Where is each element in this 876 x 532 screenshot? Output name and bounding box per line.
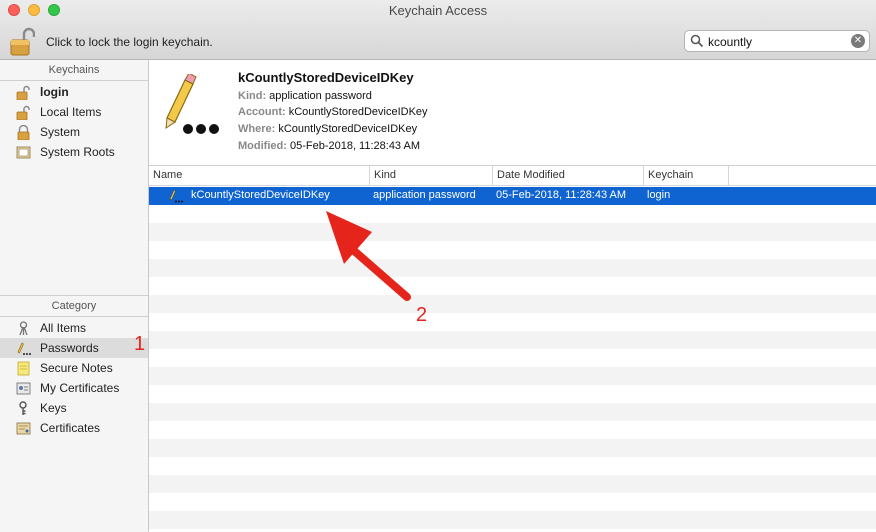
sidebar-item-label: All Items xyxy=(40,321,87,335)
cell-date-modified: 05-Feb-2018, 11:28:43 AM xyxy=(496,189,627,201)
password-icon xyxy=(17,342,31,355)
sidebar-item-local-items[interactable]: Local Items xyxy=(0,102,148,122)
empty-row xyxy=(149,475,876,493)
column-header-kind[interactable]: Kind xyxy=(370,166,493,186)
detail-where: Where: kCountlyStoredDeviceIDKey xyxy=(238,123,418,135)
divider xyxy=(0,295,148,296)
window-toolbar: Keychain Access Click to lock the login … xyxy=(0,0,876,60)
empty-row xyxy=(149,223,876,241)
sidebar: Keychains login Local Items System Syste… xyxy=(0,60,149,532)
sidebar-item-all-items[interactable]: All Items xyxy=(0,318,148,338)
detail-modified: Modified: 05-Feb-2018, 11:28:43 AM xyxy=(238,140,421,152)
table-row[interactable]: kCountlyStoredDeviceIDKey application pa… xyxy=(149,187,876,205)
keychains-header: Keychains xyxy=(48,64,100,76)
empty-row xyxy=(149,295,876,313)
window-title: Keychain Access xyxy=(388,3,488,18)
sidebar-item-label: Local Items xyxy=(40,105,102,119)
password-icon xyxy=(169,189,183,203)
cell-keychain: login xyxy=(647,189,671,201)
sidebar-item-label: login xyxy=(40,85,69,99)
sidebar-item-passwords[interactable]: Passwords xyxy=(0,338,148,358)
search-input[interactable] xyxy=(708,33,848,50)
divider xyxy=(0,80,148,81)
search-field[interactable]: ✕ xyxy=(684,30,870,52)
sidebar-item-label: System xyxy=(40,125,81,139)
sidebar-item-label: Secure Notes xyxy=(40,361,113,375)
sidebar-item-system[interactable]: System xyxy=(0,122,148,142)
sidebar-item-label: System Roots xyxy=(40,145,115,159)
empty-row xyxy=(149,367,876,385)
sidebar-item-label: Passwords xyxy=(40,341,99,355)
password-icon xyxy=(165,74,219,134)
sidebar-item-label: My Certificates xyxy=(40,381,120,395)
empty-row xyxy=(149,439,876,457)
empty-row xyxy=(149,331,876,349)
lock-open-icon[interactable] xyxy=(9,26,35,56)
note-icon xyxy=(17,361,30,376)
divider xyxy=(0,316,148,317)
detail-kind: Kind: application password xyxy=(238,90,372,102)
lock-closed-icon xyxy=(17,125,30,140)
column-header-keychain[interactable]: Keychain xyxy=(644,166,729,186)
detail-account: Account: kCountlyStoredDeviceIDKey xyxy=(238,106,428,118)
category-header: Category xyxy=(51,300,97,312)
annotation-number-1: 1 xyxy=(134,333,146,355)
column-header-date-modified[interactable]: Date Modified xyxy=(493,166,644,186)
sidebar-item-label: Keys xyxy=(40,401,67,415)
items-table: Name Kind Date Modified Keychain kCountl… xyxy=(149,166,876,532)
annotation-arrow-icon xyxy=(326,211,411,301)
sidebar-item-my-certificates[interactable]: My Certificates xyxy=(0,378,148,398)
empty-row xyxy=(149,403,876,421)
sidebar-item-system-roots[interactable]: System Roots xyxy=(0,142,148,162)
table-header: Name Kind Date Modified Keychain xyxy=(149,166,876,186)
lock-keychain-hint[interactable]: Click to lock the login keychain. xyxy=(46,35,213,49)
all-items-icon xyxy=(19,321,28,336)
my-certificate-icon xyxy=(16,382,31,395)
sidebar-item-login[interactable]: login xyxy=(0,82,148,102)
item-name: kCountlyStoredDeviceIDKey xyxy=(238,70,414,85)
key-icon xyxy=(19,401,27,415)
lock-open-icon xyxy=(16,85,30,100)
clear-search-icon[interactable]: ✕ xyxy=(851,34,865,48)
sidebar-item-label: Certificates xyxy=(40,421,101,435)
sidebar-item-secure-notes[interactable]: Secure Notes xyxy=(0,358,148,378)
column-header-name[interactable]: Name xyxy=(149,166,370,186)
certificate-icon xyxy=(16,422,31,435)
search-icon xyxy=(690,34,704,48)
empty-row xyxy=(149,511,876,529)
certificate-folder-icon xyxy=(16,146,31,159)
sidebar-item-certificates[interactable]: Certificates xyxy=(0,418,148,438)
sidebar-item-keys[interactable]: Keys xyxy=(0,398,148,418)
lock-open-icon xyxy=(16,105,30,120)
item-details: kCountlyStoredDeviceIDKey Kind: applicat… xyxy=(149,60,876,166)
empty-row xyxy=(149,259,876,277)
